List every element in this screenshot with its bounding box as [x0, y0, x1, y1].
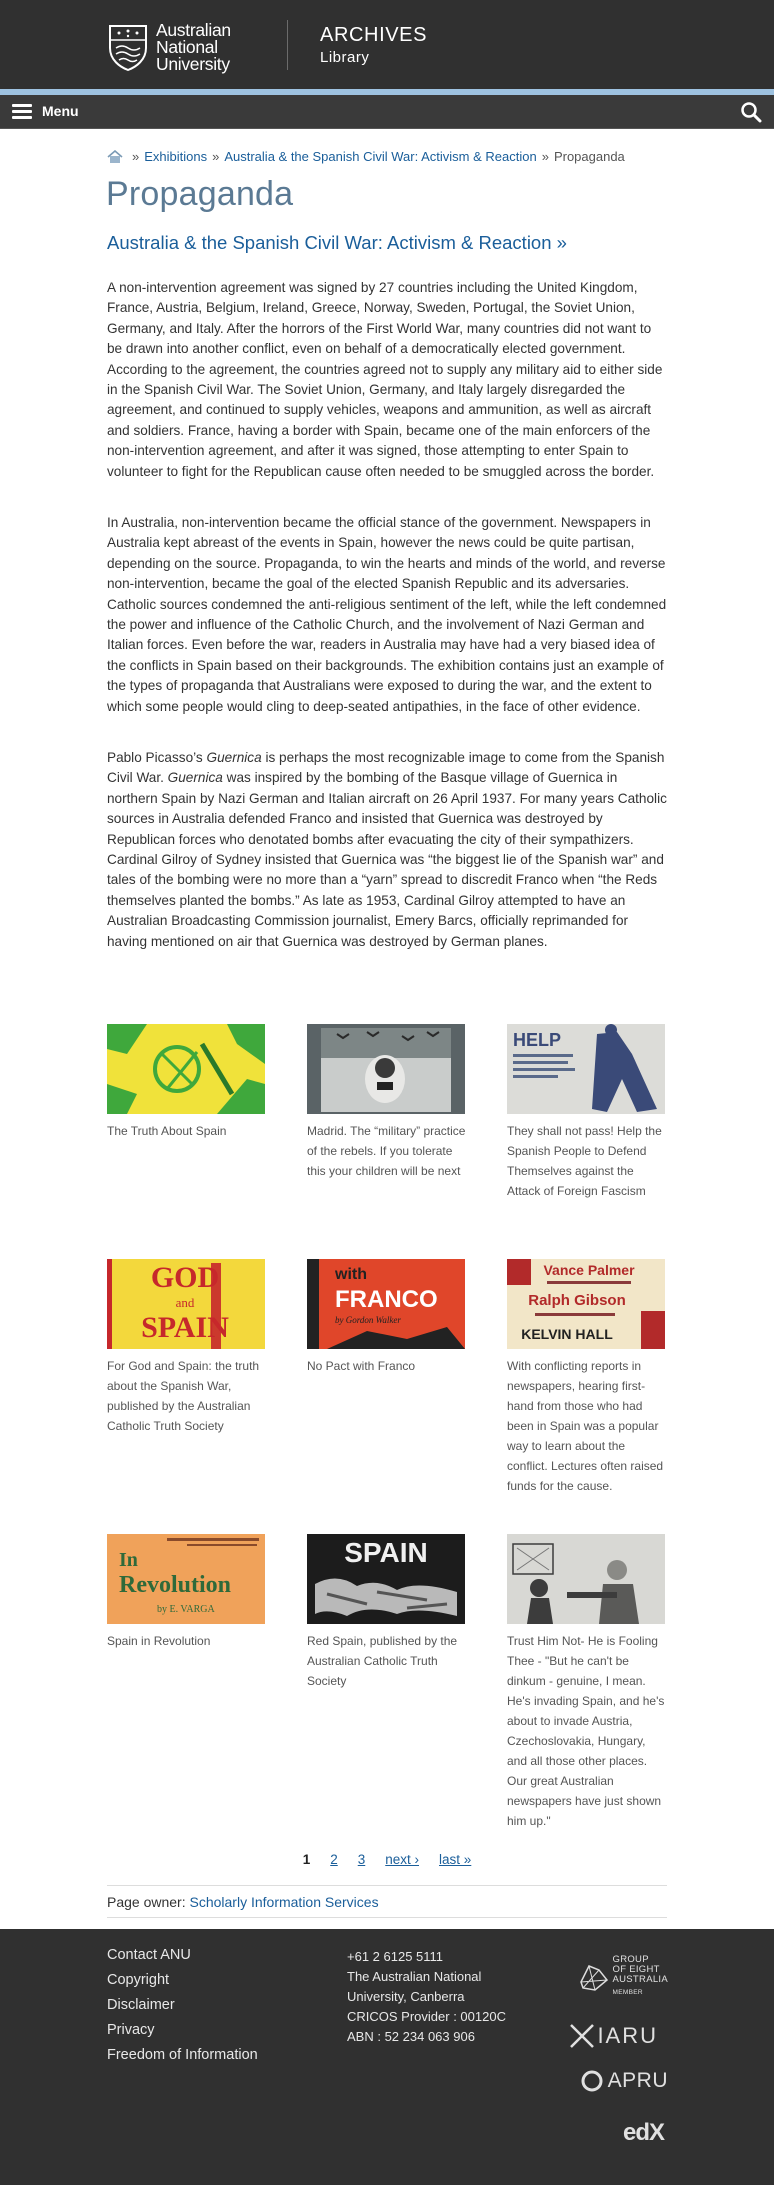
edx-logo[interactable]: edX — [623, 2119, 665, 2147]
iaru-icon — [570, 2024, 595, 2048]
gallery-caption: No Pact with Franco — [307, 1359, 416, 1373]
anu-crest-icon — [109, 25, 147, 72]
go8-icon — [579, 1964, 608, 1991]
pager-page-3[interactable]: 3 — [358, 1852, 366, 1867]
svg-text:by Gordon Walker: by Gordon Walker — [335, 1315, 401, 1325]
poster-thumbnail[interactable]: HELP — [507, 1024, 665, 1114]
svg-text:KELVIN HALL: KELVIN HALL — [521, 1326, 613, 1342]
divider — [107, 1917, 667, 1918]
poster-thumbnail[interactable]: In Revolution by E. VARGA — [107, 1534, 265, 1624]
footer-link-copyright[interactable]: Copyright — [107, 1968, 258, 1993]
body-paragraph: A non-intervention agreement was signed … — [107, 280, 663, 479]
svg-text:and: and — [176, 1295, 195, 1310]
svg-text:SPAIN: SPAIN — [344, 1537, 428, 1568]
svg-text:FRANCO: FRANCO — [335, 1286, 438, 1313]
section-title: ARCHIVES — [320, 24, 428, 46]
apru-logo[interactable]: APRU — [580, 2069, 668, 2093]
gallery-item[interactable]: SPAIN Red Spain, published by the Austra… — [307, 1534, 467, 1691]
gallery-caption: Madrid. The “military” practice of the r… — [307, 1124, 466, 1178]
poster-thumbnail[interactable] — [107, 1024, 265, 1114]
divider — [107, 1885, 667, 1886]
poster-thumbnail[interactable] — [307, 1024, 465, 1114]
anu-logo[interactable]: Australian National University — [106, 20, 256, 74]
gallery-caption: Trust Him Not- He is Fooling Thee - "But… — [507, 1634, 665, 1828]
gallery-item[interactable]: GOD and SPAIN For God and Spain: the tru… — [107, 1259, 267, 1436]
gallery-caption: They shall not pass! Help the Spanish Pe… — [507, 1124, 662, 1198]
body-paragraph: Pablo Picasso’s Guernica is perhaps the … — [107, 750, 667, 949]
poster-thumbnail[interactable] — [507, 1534, 665, 1624]
page-owner-link[interactable]: Scholarly Information Services — [190, 1894, 379, 1910]
poster-thumbnail[interactable]: with FRANCO by Gordon Walker — [307, 1259, 465, 1349]
footer-contact: +61 2 6125 5111 The Australian National … — [347, 1947, 506, 2044]
poster-thumbnail[interactable]: Vance Palmer Ralph Gibson KELVIN HALL — [507, 1259, 665, 1349]
footer-links: Contact ANU Copyright Disclaimer Privacy… — [107, 1943, 258, 2068]
poster-thumbnail[interactable]: SPAIN — [307, 1534, 465, 1624]
breadcrumb-current: Propaganda — [553, 149, 625, 164]
gallery-caption: Red Spain, published by the Australian C… — [307, 1634, 458, 1688]
svg-text:by E. VARGA: by E. VARGA — [157, 1604, 215, 1615]
parent-exhibition-link[interactable]: Australia & the Spanish Civil War: Activ… — [107, 232, 567, 254]
svg-text:Vance Palmer: Vance Palmer — [543, 1262, 635, 1278]
svg-text:GOD: GOD — [151, 1261, 219, 1294]
gallery-item[interactable]: Vance Palmer Ralph Gibson KELVIN HALL Wi… — [507, 1259, 667, 1496]
footer-phone[interactable]: +61 2 6125 5111 — [347, 1947, 506, 1967]
page-title: Propaganda — [106, 175, 294, 213]
gallery-item[interactable]: HELP They shall not pass! Help the Spani… — [507, 1024, 667, 1201]
pager-next[interactable]: next › — [385, 1852, 419, 1867]
home-icon[interactable] — [107, 149, 123, 164]
svg-text:HELP: HELP — [513, 1030, 561, 1050]
gallery-item[interactable]: Trust Him Not- He is Fooling Thee - "But… — [507, 1534, 667, 1831]
page-owner: Page owner: Scholarly Information Servic… — [107, 1894, 379, 1910]
gallery-item[interactable]: The Truth About Spain — [107, 1024, 267, 1141]
iaru-logo[interactable]: IARU — [569, 2023, 658, 2049]
gallery-item[interactable]: Madrid. The “military” practice of the r… — [307, 1024, 467, 1181]
site-section-title[interactable]: ARCHIVES Library — [320, 24, 427, 66]
breadcrumb-exhibition[interactable]: Australia & the Spanish Civil War: Activ… — [224, 149, 536, 164]
section-subtitle: Library — [320, 49, 370, 66]
go8-logo[interactable]: GROUP OF EIGHT AUSTRALIA MEMBER — [577, 1955, 669, 1998]
svg-text:with: with — [334, 1266, 367, 1283]
gallery-caption: With conflicting reports in newspapers, … — [507, 1359, 664, 1493]
body-paragraph: In Australia, non-intervention became th… — [107, 515, 667, 714]
poster-thumbnail[interactable]: GOD and SPAIN — [107, 1259, 265, 1349]
gallery-caption: For God and Spain: the truth about the S… — [107, 1359, 260, 1433]
pager-last[interactable]: last » — [439, 1852, 471, 1867]
gallery-item[interactable]: In Revolution by E. VARGA Spain in Revol… — [107, 1534, 267, 1651]
site-footer: Contact ANU Copyright Disclaimer Privacy… — [0, 1929, 774, 2185]
menu-bar: Menu — [0, 95, 774, 129]
pager-current-page: 1 — [302, 1852, 311, 1867]
menu-button[interactable]: Menu — [12, 103, 79, 119]
footer-link-disclaimer[interactable]: Disclaimer — [107, 1993, 258, 2018]
gallery-caption: The Truth About Spain — [107, 1124, 227, 1138]
anu-name: Australian National University — [156, 19, 231, 74]
pagination: 1 2 3 next › last » — [0, 1852, 774, 1867]
breadcrumb: » Exhibitions » Australia & the Spanish … — [107, 149, 625, 164]
footer-link-foi[interactable]: Freedom of Information — [107, 2043, 258, 2068]
footer-link-contact[interactable]: Contact ANU — [107, 1943, 258, 1968]
search-icon[interactable] — [740, 101, 762, 123]
menu-label: Menu — [42, 103, 79, 119]
pager-page-2[interactable]: 2 — [330, 1852, 338, 1867]
svg-text:Ralph Gibson: Ralph Gibson — [528, 1292, 626, 1309]
hamburger-icon — [12, 103, 32, 119]
breadcrumb-exhibitions[interactable]: Exhibitions — [144, 149, 207, 164]
footer-link-privacy[interactable]: Privacy — [107, 2018, 258, 2043]
svg-text:In: In — [119, 1549, 138, 1571]
svg-text:Revolution: Revolution — [119, 1572, 231, 1598]
site-header: Australian National University ARCHIVES … — [0, 0, 774, 89]
header-divider — [287, 20, 288, 70]
apru-icon — [581, 2070, 603, 2092]
gallery-caption: Spain in Revolution — [107, 1634, 211, 1648]
gallery-item[interactable]: with FRANCO by Gordon Walker No Pact wit… — [307, 1259, 467, 1376]
